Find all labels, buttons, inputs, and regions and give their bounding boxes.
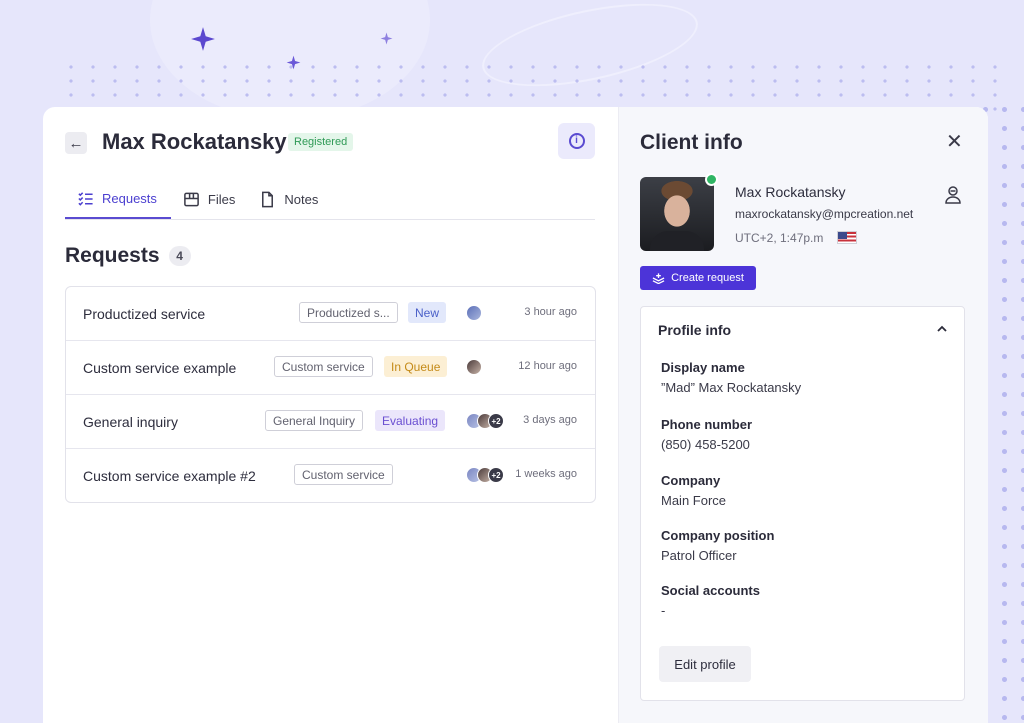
tab-bar: Requests Files Notes (65, 179, 595, 220)
client-info-panel: Client info ✕ Max Rockatansky maxrockata… (618, 107, 988, 723)
document-icon (262, 191, 274, 207)
service-tag: Custom service (274, 356, 373, 377)
section-title: Profile info (658, 322, 732, 338)
field-label: Company position (661, 528, 775, 543)
request-name: Custom service example (83, 360, 237, 376)
layers-plus-icon (652, 273, 665, 284)
chevron-up-icon[interactable] (936, 323, 948, 335)
field-value: Main Force (661, 493, 727, 508)
close-icon[interactable]: ✕ (946, 132, 963, 152)
us-flag-icon (837, 231, 857, 244)
sparkle-icon (191, 27, 215, 51)
edit-profile-button[interactable]: Edit profile (659, 646, 751, 682)
request-time: 3 days ago (523, 414, 577, 426)
more-avatars-badge: +2 (488, 467, 504, 483)
tab-files[interactable]: Files (171, 179, 247, 219)
field-label: Display name (661, 360, 745, 375)
status-tag: Evaluating (375, 410, 446, 431)
tab-label: Notes (284, 191, 319, 207)
field-label: Phone number (661, 417, 753, 432)
service-tag: General Inquiry (265, 410, 364, 431)
page-title: Max Rockatansky (102, 129, 287, 154)
sparkle-icon (380, 32, 393, 45)
field-value: ”Mad” Max Rockatansky (661, 380, 802, 395)
user-badge-icon[interactable] (944, 185, 962, 205)
request-list: Productized service Productized s... New… (65, 286, 596, 503)
client-avatar (640, 177, 714, 251)
create-request-button[interactable]: Create request (640, 266, 756, 290)
request-time: 1 weeks ago (515, 468, 577, 480)
avatar (466, 359, 482, 375)
section-title: Requests (65, 244, 160, 267)
avatar (466, 305, 482, 321)
service-tag: Productized s... (299, 302, 398, 323)
request-row[interactable]: Custom service example Custom service In… (66, 341, 595, 395)
assignee-avatars: +2 (466, 413, 504, 431)
tab-notes[interactable]: Notes (247, 179, 330, 219)
more-avatars-badge: +2 (488, 413, 504, 429)
button-label: Create request (671, 272, 744, 284)
arrow-left-icon: ← (68, 134, 84, 152)
info-button[interactable]: i (558, 123, 595, 159)
status-tag: In Queue (384, 356, 448, 377)
field-value: (850) 458-5200 (661, 437, 750, 452)
box-icon (184, 192, 199, 206)
requests-panel: ← Max Rockatansky Registered i Requests … (43, 107, 618, 723)
client-name: Max Rockatansky (735, 184, 846, 200)
request-name: General inquiry (83, 414, 178, 430)
tab-label: Requests (102, 190, 157, 206)
panel-title: Client info (640, 131, 743, 154)
online-status-indicator (705, 173, 718, 186)
field-label: Social accounts (661, 583, 760, 598)
status-badge: Registered (288, 133, 354, 151)
profile-info-section: Profile info Display name ”Mad” Max Rock… (640, 306, 965, 701)
field-value: Patrol Officer (661, 548, 737, 563)
info-icon: i (568, 133, 585, 149)
request-row[interactable]: General inquiry General Inquiry Evaluati… (66, 395, 595, 449)
assignee-avatars: +2 (466, 467, 504, 485)
field-value: - (661, 603, 666, 618)
client-detail-card: ← Max Rockatansky Registered i Requests … (43, 107, 988, 723)
request-time: 3 hour ago (524, 306, 577, 318)
assignee-avatars (466, 359, 482, 377)
tab-label: Files (207, 191, 236, 207)
sparkle-icon (286, 55, 301, 70)
request-row[interactable]: Productized service Productized s... New… (66, 287, 595, 341)
tab-requests[interactable]: Requests (65, 179, 171, 219)
count-badge: 4 (168, 246, 191, 266)
list-check-icon (78, 191, 93, 206)
request-row[interactable]: Custom service example #2 Custom service… (66, 449, 595, 502)
service-tag: Custom service (294, 464, 393, 485)
field-label: Company (661, 473, 721, 488)
back-button[interactable]: ← (65, 132, 87, 154)
request-time: 12 hour ago (518, 360, 577, 372)
requests-heading: Requests 4 (65, 244, 191, 268)
client-email: maxrockatansky@mpcreation.net (735, 207, 914, 221)
assignee-avatars (466, 305, 482, 323)
client-timezone: UTC+2, 1:47p.m (735, 231, 824, 245)
request-name: Custom service example #2 (83, 468, 256, 484)
request-name: Productized service (83, 306, 206, 322)
status-tag: New (408, 302, 447, 323)
